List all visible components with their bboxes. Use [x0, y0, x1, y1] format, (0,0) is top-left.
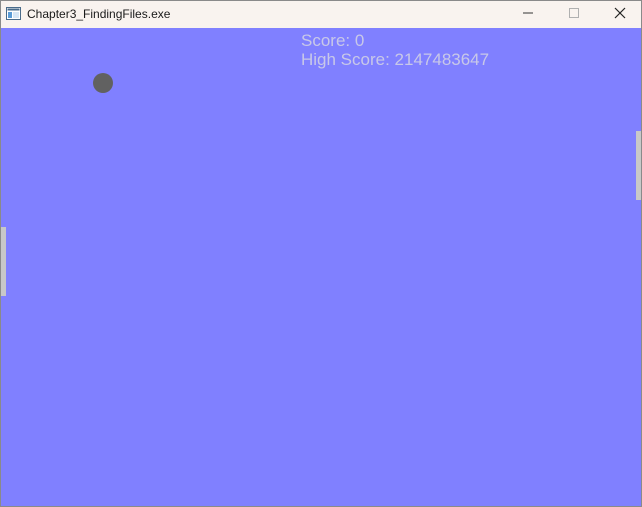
high-score-label: High Score: 2147483647: [301, 50, 490, 69]
left-paddle: [1, 227, 6, 296]
close-button[interactable]: [597, 1, 641, 28]
title-bar[interactable]: Chapter3_FindingFiles.exe: [1, 1, 641, 28]
window-title: Chapter3_FindingFiles.exe: [27, 7, 171, 21]
ball: [93, 73, 113, 93]
right-paddle: [636, 131, 641, 200]
game-canvas[interactable]: Score: 0 High Score: 2147483647: [1, 28, 641, 506]
score-label: Score: 0: [301, 31, 365, 50]
minimize-icon: [522, 6, 534, 24]
maximize-icon: [568, 6, 580, 24]
minimize-button[interactable]: [505, 1, 551, 28]
app-window-icon: [6, 7, 21, 20]
close-icon: [614, 6, 626, 24]
game-window: Chapter3_FindingFiles.exe Score: 0 High …: [0, 0, 642, 507]
maximize-button[interactable]: [551, 1, 597, 28]
